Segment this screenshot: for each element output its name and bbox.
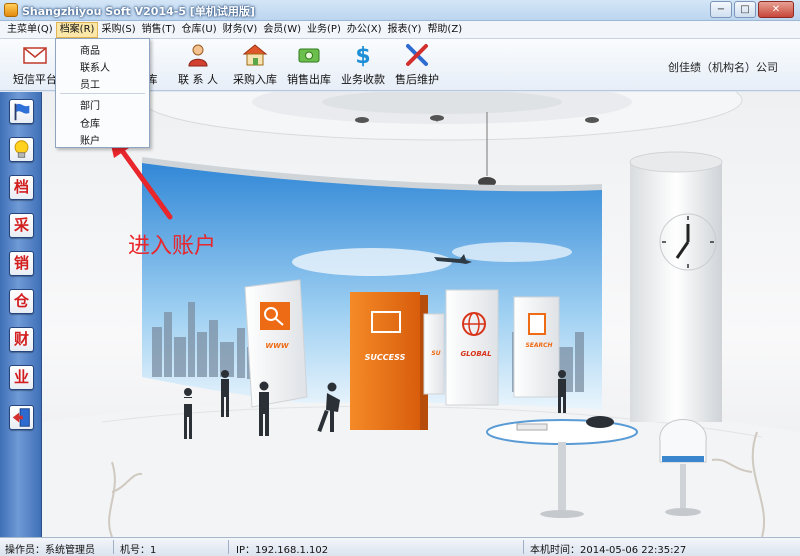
annotation-arrow — [108, 132, 173, 220]
minimize-button[interactable]: − — [710, 1, 732, 18]
dropdown-item-warehouse[interactable]: 仓库 — [80, 115, 100, 130]
sms-platform-button[interactable]: 短信平台 — [8, 39, 62, 91]
status-time: 本机时间：2014-05-06 22:35:27 — [530, 545, 687, 556]
archive-icon: 档 — [13, 178, 29, 196]
tools-icon — [406, 44, 428, 66]
sidebar-sales-button[interactable]: 销 — [9, 251, 34, 276]
maximize-button[interactable]: □ — [734, 1, 756, 18]
menu-finance[interactable]: 财务(V) — [220, 22, 261, 38]
svg-text:$: $ — [355, 44, 370, 67]
window-controls: − □ ✕ — [710, 1, 794, 18]
lightbulb-icon — [14, 140, 29, 158]
dropdown-item-goods[interactable]: 商品 — [80, 42, 100, 57]
menu-archive[interactable]: 档案(R) — [55, 21, 99, 38]
dollar-icon: $ — [355, 44, 370, 67]
sidebar-flag-button[interactable] — [9, 99, 34, 124]
purchase-icon: 采 — [13, 216, 29, 234]
menu-report[interactable]: 报表(Y) — [385, 22, 425, 38]
menu-purchase[interactable]: 采购(S) — [98, 22, 138, 38]
company-name: 创佳绩（机构名）公司 — [668, 61, 778, 74]
sales-icon: 销 — [13, 254, 29, 272]
status-divider — [228, 540, 229, 554]
finance-icon: 财 — [13, 330, 29, 348]
sales-money-icon — [298, 48, 320, 63]
app-icon — [4, 3, 18, 17]
dropdown-item-contacts[interactable]: 联系人 — [80, 59, 110, 74]
menu-sales[interactable]: 销售(T) — [139, 22, 179, 38]
status-divider — [113, 540, 114, 554]
status-divider — [523, 540, 524, 554]
toolbar-label: 联 系 人 — [178, 73, 218, 86]
annotation-label: 进入账户 — [128, 234, 217, 259]
dropdown-item-account[interactable]: 账户 — [80, 132, 100, 147]
sidebar-business-button[interactable]: 业 — [9, 365, 34, 390]
exit-icon — [12, 408, 30, 427]
close-button[interactable]: ✕ — [758, 1, 794, 18]
sidebar-idea-button[interactable] — [9, 137, 34, 162]
business-icon: 业 — [13, 368, 29, 386]
status-machine: 机号：1 — [120, 545, 157, 556]
status-operator: 操作员：系统管理员 — [5, 545, 95, 556]
toolbar-label: 采购入库 — [233, 73, 277, 86]
sidebar-archive-button[interactable]: 档 — [9, 175, 34, 200]
dropdown-item-department[interactable]: 部门 — [80, 97, 100, 112]
menu-help[interactable]: 帮助(Z) — [424, 22, 465, 38]
menu-bar: 主菜单(Q) 档案(R) 采购(S) 销售(T) 仓库(U) 财务(V) 会员(… — [0, 21, 800, 39]
menu-main[interactable]: 主菜单(Q) — [4, 22, 56, 38]
menu-office[interactable]: 办公(X) — [344, 22, 385, 38]
menu-member[interactable]: 会员(W) — [260, 22, 304, 38]
toolbar-label: 业务收款 — [341, 73, 385, 86]
menu-warehouse[interactable]: 仓库(U) — [179, 22, 220, 38]
contacts-button[interactable]: 联 系 人 — [175, 39, 221, 91]
sales-out-button[interactable]: 销售出库 — [283, 39, 335, 91]
contact-person-icon — [188, 44, 208, 67]
toolbar-label: 短信平台 — [13, 73, 57, 86]
sidebar-finance-button[interactable]: 财 — [9, 327, 34, 352]
archive-dropdown-menu: 商品 联系人 员工 部门 仓库 账户 — [55, 38, 150, 148]
dropdown-item-staff[interactable]: 员工 — [80, 76, 100, 91]
dropdown-separator — [60, 93, 145, 94]
after-sales-button[interactable]: 售后维护 — [391, 39, 443, 91]
envelope-icon — [23, 47, 47, 64]
window-title: Shangzhiyou Soft V2014-5 [单机试用版] — [22, 5, 255, 18]
menu-business[interactable]: 业务(P) — [304, 22, 344, 38]
welcome-illustration: WWW SUCCESS SU GLOBAL SEARCH 进入账户 — [42, 92, 800, 537]
flag-icon — [14, 103, 30, 121]
status-ip: IP：192.168.1.102 — [236, 545, 329, 556]
business-receipt-button[interactable]: $ 业务收款 — [337, 39, 389, 91]
warehouse-icon: 仓 — [13, 292, 29, 310]
sidebar-warehouse-button[interactable]: 仓 — [9, 289, 34, 314]
title-bar: Shangzhiyou Soft V2014-5 [单机试用版] − □ ✕ — [0, 0, 800, 21]
toolbar-label: 售后维护 — [395, 73, 439, 86]
sidebar-exit-button[interactable] — [9, 405, 34, 430]
left-sidebar: 档 采 销 仓 财 业 — [0, 92, 42, 537]
sidebar-purchase-button[interactable]: 采 — [9, 213, 34, 238]
toolbar-label: 销售出库 — [287, 73, 331, 86]
purchase-house-icon — [242, 44, 268, 66]
purchase-in-button[interactable]: 采购入库 — [229, 39, 281, 91]
status-bar: 操作员：系统管理员 机号：1 IP：192.168.1.102 本机时间：201… — [0, 537, 800, 556]
